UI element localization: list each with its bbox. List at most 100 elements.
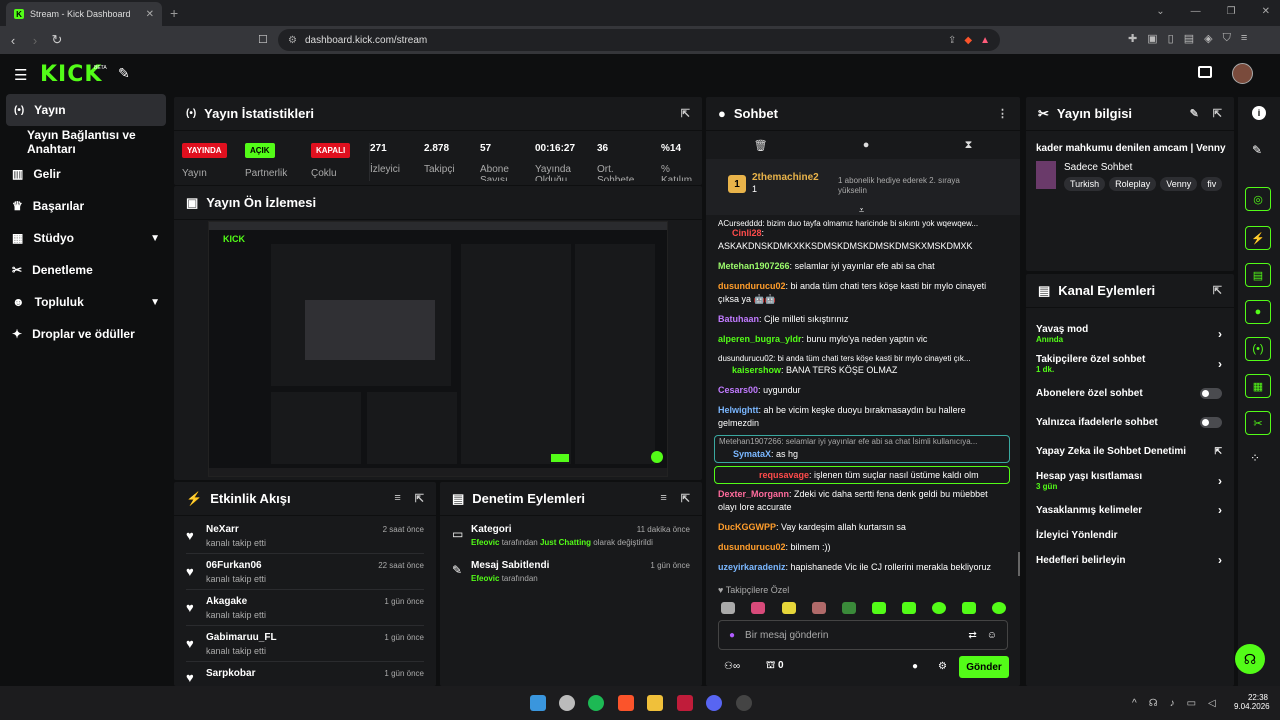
close-window-icon[interactable]: ✕ xyxy=(1262,6,1270,17)
popout-icon[interactable]: ⇱ xyxy=(681,107,690,120)
edit-icon[interactable]: ✎ xyxy=(1190,107,1199,120)
obs-icon[interactable] xyxy=(736,695,752,711)
shield-icon[interactable]: ⛉ xyxy=(1223,32,1231,45)
browser-tab[interactable]: K Stream - Kick Dashboard ✕ xyxy=(6,2,162,26)
emote-icon[interactable] xyxy=(992,602,1006,614)
screenshot-icon[interactable]: ▣ xyxy=(1147,32,1157,45)
rail-button-wrench[interactable]: ✂ xyxy=(1245,411,1271,435)
brave-icon[interactable] xyxy=(618,695,634,711)
brave-rewards-icon[interactable]: ▲ xyxy=(980,35,990,46)
points-counter[interactable]: ⛫ 0 xyxy=(766,660,784,673)
extensions-icon[interactable]: ✚ xyxy=(1128,32,1137,45)
popout-icon[interactable]: ⇱ xyxy=(681,492,690,505)
action-slow-mode[interactable]: Yavaş mod Anında › xyxy=(1036,322,1222,346)
action-ai-moderation[interactable]: Yapay Zeka ile Sohbet Denetimi ⇱ xyxy=(1036,444,1222,458)
discord-icon[interactable] xyxy=(706,695,722,711)
translate-icon[interactable]: ⇄ xyxy=(968,630,976,641)
sidebar-item-denetleme[interactable]: ✂ Denetleme xyxy=(0,254,172,286)
windows-start-icon[interactable] xyxy=(530,695,546,711)
chat-bubble-icon[interactable]: ● xyxy=(863,139,870,151)
action-goals[interactable]: Hedefleri belirleyin › xyxy=(1036,553,1222,567)
maximize-icon[interactable]: ❐ xyxy=(1227,6,1236,17)
address-bar[interactable]: ⚙ dashboard.kick.com/stream ⇪ ◆ ▲ xyxy=(278,29,1000,51)
site-info-icon[interactable]: ⚙ xyxy=(288,35,297,46)
sidebar-item-stream-key[interactable]: Yayın Bağlantısı ve Anahtarı xyxy=(0,126,172,158)
headset-icon[interactable]: ☊ xyxy=(1149,698,1158,709)
stream-preview-video[interactable]: KICK xyxy=(208,221,668,477)
emote-icon[interactable] xyxy=(721,602,735,614)
collapse-icon[interactable]: ⩡ xyxy=(859,205,864,216)
vpn-icon[interactable]: ◈ xyxy=(1204,32,1212,45)
tab-search-icon[interactable]: ⌄ xyxy=(1156,6,1164,17)
rail-button-chat[interactable]: ● xyxy=(1245,300,1271,324)
emote-icon[interactable] xyxy=(782,602,796,614)
sidebar-item-droplar[interactable]: ✦ Droplar ve ödüller xyxy=(0,318,172,350)
sidebar-item-basarilar[interactable]: ♛ Başarılar xyxy=(0,190,172,222)
category-name[interactable]: Sadece Sohbet xyxy=(1064,162,1132,173)
trash-icon[interactable]: 🗑 xyxy=(754,139,768,152)
chat-scrollbar[interactable] xyxy=(1018,552,1020,576)
avatar[interactable] xyxy=(1232,63,1253,84)
subs-only-toggle[interactable] xyxy=(1200,387,1222,399)
monitor-icon[interactable]: ▭ xyxy=(1187,698,1196,709)
gifter-name[interactable]: 2themachine2 xyxy=(752,172,819,183)
action-banned-words[interactable]: Yasaklanmış kelimeler › xyxy=(1036,503,1222,517)
back-icon[interactable]: ‹ xyxy=(2,33,24,48)
microphone-icon[interactable]: ● xyxy=(729,630,735,641)
emote-icon[interactable] xyxy=(902,602,916,614)
tag[interactable]: fiv xyxy=(1201,177,1223,191)
emote-icon[interactable] xyxy=(962,602,976,614)
emote-icon[interactable] xyxy=(932,602,946,614)
close-tab-icon[interactable]: ✕ xyxy=(146,9,154,20)
rail-button-bolt[interactable]: ⚡ xyxy=(1245,226,1271,250)
sidebar-icon[interactable]: ▯ xyxy=(1168,32,1174,45)
edit-icon[interactable]: ✎ xyxy=(1252,143,1262,157)
new-tab-icon[interactable]: + xyxy=(170,5,178,21)
spotify-icon[interactable] xyxy=(588,695,604,711)
emote-icon[interactable] xyxy=(842,602,856,614)
popout-icon[interactable]: ⇱ xyxy=(1213,107,1222,120)
chat-input[interactable]: ● Bir mesaj gönderin ⇄ ☺ xyxy=(718,620,1008,650)
minimize-icon[interactable]: — xyxy=(1191,6,1201,17)
share-icon[interactable]: ⇪ xyxy=(948,35,956,46)
forward-icon[interactable]: › xyxy=(24,33,46,48)
action-account-age[interactable]: Hesap yaşı kısıtlaması 3 gün › xyxy=(1036,469,1222,493)
emote-icon[interactable] xyxy=(872,602,886,614)
app-icon[interactable] xyxy=(677,695,693,711)
wallet-icon[interactable]: ▤ xyxy=(1184,32,1194,45)
bookmark-icon[interactable]: ☐ xyxy=(258,33,268,46)
file-explorer-icon[interactable] xyxy=(647,695,663,711)
brave-shield-icon[interactable]: ◆ xyxy=(964,35,972,46)
menu-icon[interactable]: ≡ xyxy=(1241,32,1247,45)
hamburger-icon[interactable]: ☰ xyxy=(14,66,27,84)
sidebar-item-gelir[interactable]: ▥ Gelir xyxy=(0,158,172,190)
popout-icon[interactable]: ⇱ xyxy=(1213,284,1222,297)
send-button[interactable]: Gönder xyxy=(959,656,1009,678)
go-live-icon[interactable] xyxy=(1198,66,1212,78)
more-options-icon[interactable]: ⋮ xyxy=(997,107,1008,120)
sidebar-item-studyo[interactable]: ▦ Stüdyo ▼ xyxy=(0,222,172,254)
volume-icon[interactable]: ◁ xyxy=(1208,698,1216,709)
sidebar-item-yayin[interactable]: (•) Yayın xyxy=(6,94,166,126)
filter-icon[interactable]: ≡ xyxy=(394,492,400,505)
reload-icon[interactable]: ↻ xyxy=(46,32,68,48)
tag[interactable]: Turkish xyxy=(1064,177,1106,191)
action-host[interactable]: İzleyici Yönlendir xyxy=(1036,528,1222,542)
action-followers-only[interactable]: Takipçilere özel sohbet 1 dk. › xyxy=(1036,352,1222,376)
emote-icon[interactable] xyxy=(812,602,826,614)
microphone-icon[interactable]: ♪ xyxy=(1170,698,1175,709)
clock[interactable]: 22:38 9.04.2026 xyxy=(1234,693,1270,711)
app-icon[interactable] xyxy=(559,695,575,711)
filter-icon[interactable]: ≡ xyxy=(660,492,666,505)
tag[interactable]: Venny xyxy=(1160,177,1198,191)
dots-icon[interactable]: ⁘ xyxy=(1250,451,1260,465)
rail-button-document[interactable]: ▤ xyxy=(1245,263,1271,287)
pin-icon[interactable]: ✎ xyxy=(118,65,130,82)
tag[interactable]: Roleplay xyxy=(1109,177,1157,191)
settings-icon[interactable]: ⚙ xyxy=(938,661,947,672)
popout-icon[interactable]: ⇱ xyxy=(415,492,424,505)
emoji-icon[interactable]: ☺ xyxy=(987,630,997,641)
emote-only-toggle[interactable] xyxy=(1200,416,1222,428)
info-icon[interactable]: i xyxy=(1252,106,1266,120)
rail-button-broadcast[interactable]: (•) xyxy=(1245,337,1271,361)
